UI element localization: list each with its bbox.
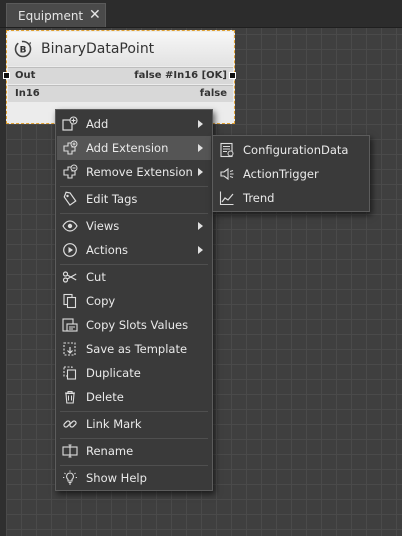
menu-item-remove-extension[interactable]: Remove Extension — [57, 160, 211, 184]
menu-item-save-as-template[interactable]: Save as Template — [57, 337, 211, 361]
submenu-arrow-icon — [198, 222, 203, 230]
slot-row-out[interactable]: Out false #In16 [OK] — [8, 67, 233, 84]
menu-item-label: Trend — [243, 191, 275, 205]
menu-item-cut[interactable]: Cut — [57, 265, 211, 289]
slot-row-in16[interactable]: In16 false — [8, 85, 233, 102]
template-icon — [62, 341, 78, 357]
submenu-item-trend[interactable]: Trend — [214, 186, 368, 210]
menu-item-label: Copy — [86, 294, 116, 308]
trend-icon — [219, 190, 235, 206]
add-extension-icon — [62, 140, 78, 156]
menu-item-delete[interactable]: Delete — [57, 385, 211, 409]
copy-icon — [62, 293, 78, 309]
menu-item-label: Link Mark — [86, 417, 142, 431]
menu-item-label: Actions — [86, 243, 129, 257]
menu-item-add-extension[interactable]: Add Extension — [57, 136, 211, 160]
remove-extension-icon — [62, 164, 78, 180]
tag-icon — [62, 191, 78, 207]
svg-text:B: B — [20, 46, 27, 56]
menu-item-label: ConfigurationData — [243, 143, 349, 157]
menu-item-edit-tags[interactable]: Edit Tags — [57, 187, 211, 211]
submenu-arrow-icon — [198, 144, 203, 152]
menu-item-actions[interactable]: Actions — [57, 238, 211, 262]
scissors-icon — [62, 269, 78, 285]
slot-name: In16 — [15, 88, 40, 99]
menu-item-copy-slots-values[interactable]: Copy Slots Values — [57, 313, 211, 337]
submenu-arrow-icon — [198, 246, 203, 254]
node-title: BinaryDataPoint — [41, 41, 155, 57]
menu-item-label: Cut — [86, 270, 106, 284]
close-icon[interactable]: ✕ — [89, 7, 101, 23]
menu-item-label: Add Extension — [86, 141, 169, 155]
menu-item-duplicate[interactable]: Duplicate — [57, 361, 211, 385]
action-trigger-icon — [219, 166, 235, 182]
copy-slots-icon — [62, 317, 78, 333]
menu-item-label: Remove Extension — [86, 165, 193, 179]
menu-item-label: Delete — [86, 390, 124, 404]
menu-item-add[interactable]: Add — [57, 112, 211, 136]
tab-bar: Equipment ✕ — [0, 0, 402, 28]
link-icon — [62, 416, 78, 432]
menu-item-label: Copy Slots Values — [86, 318, 189, 332]
menu-item-views[interactable]: Views — [57, 214, 211, 238]
menu-item-rename[interactable]: Rename — [57, 439, 211, 463]
menu-item-label: Add — [86, 117, 109, 131]
menu-item-label: Edit Tags — [86, 192, 138, 206]
duplicate-icon — [62, 365, 78, 381]
output-port-handle[interactable] — [229, 72, 236, 79]
tab-label: Equipment — [18, 9, 84, 23]
menu-item-label: Save as Template — [86, 342, 188, 356]
submenu-item-configuration-data[interactable]: ConfigurationData — [214, 138, 368, 162]
slot-value: false — [199, 88, 227, 99]
add-icon — [62, 116, 78, 132]
menu-item-label: Views — [86, 219, 120, 233]
context-menu: Add Add Extension Remove Extension Edit … — [55, 109, 213, 491]
binary-point-icon: B — [13, 39, 33, 59]
tab-equipment[interactable]: Equipment ✕ — [6, 3, 106, 27]
add-extension-submenu: ConfigurationData ActionTrigger Trend — [212, 135, 370, 212]
rename-icon — [62, 443, 78, 459]
submenu-arrow-icon — [198, 120, 203, 128]
menu-item-link-mark[interactable]: Link Mark — [57, 412, 211, 436]
menu-item-show-help[interactable]: Show Help — [57, 466, 211, 490]
menu-item-copy[interactable]: Copy — [57, 289, 211, 313]
node-header[interactable]: B BinaryDataPoint — [8, 32, 233, 66]
submenu-arrow-icon — [198, 168, 203, 176]
menu-item-label: Duplicate — [86, 366, 141, 380]
play-icon — [62, 242, 78, 258]
eye-icon — [62, 218, 78, 234]
menu-item-label: Show Help — [86, 471, 147, 485]
lightbulb-icon — [62, 470, 78, 486]
configuration-data-icon — [219, 142, 235, 158]
submenu-item-action-trigger[interactable]: ActionTrigger — [214, 162, 368, 186]
menu-item-label: ActionTrigger — [243, 167, 319, 181]
trash-icon — [62, 389, 78, 405]
slot-name: Out — [15, 70, 36, 81]
menu-item-label: Rename — [86, 444, 134, 458]
slot-value: false #In16 [OK] — [134, 70, 227, 81]
input-port-handle[interactable] — [3, 72, 10, 79]
